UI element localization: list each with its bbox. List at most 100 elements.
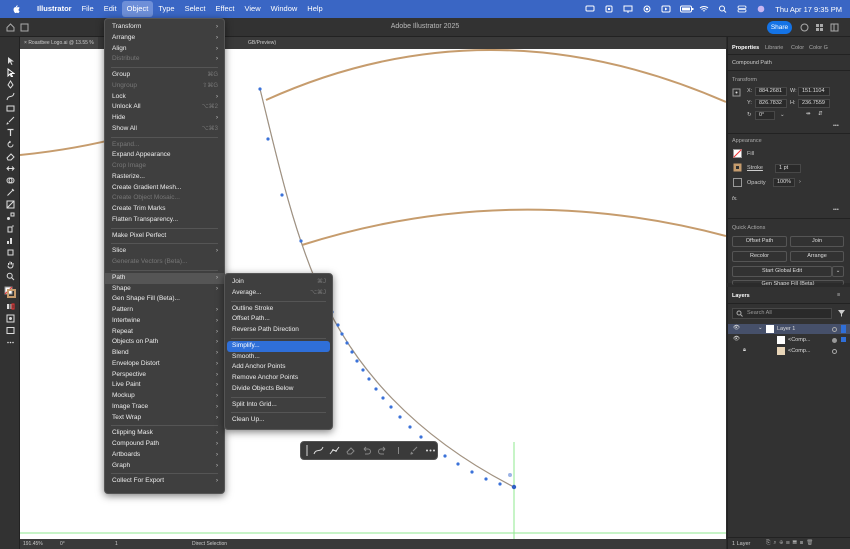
object-menu-item-artboards[interactable]: Artboards ›: [105, 450, 224, 461]
siri-icon[interactable]: [756, 5, 766, 13]
lock-icon[interactable]: [604, 5, 614, 13]
visibility-eye-icon[interactable]: 👁︎: [733, 325, 740, 331]
play-icon[interactable]: [661, 5, 671, 13]
reference-point-icon[interactable]: [732, 88, 741, 99]
object-menu-item-pattern[interactable]: Pattern ›: [105, 305, 224, 316]
display-icon[interactable]: [623, 5, 633, 13]
opacity-field[interactable]: 100%: [773, 178, 795, 187]
selection-tool-icon[interactable]: [4, 56, 16, 65]
share-button[interactable]: Share: [767, 21, 792, 34]
flip-horizontal-icon[interactable]: ⇹: [806, 111, 811, 117]
target-icon[interactable]: [832, 327, 837, 332]
object-menu-item-create-gradient-mesh[interactable]: Create Gradient Mesh...: [105, 183, 224, 194]
path-menu-item-clean-up[interactable]: Clean Up...: [225, 415, 332, 426]
layer-row[interactable]: 👁︎ ⌄ Layer 1: [728, 324, 850, 334]
path-menu-item-average[interactable]: Average... ⌥⌘J: [225, 288, 332, 299]
object-menu-item-collect-for-export[interactable]: Collect For Export ›: [105, 476, 224, 487]
apple-icon[interactable]: [11, 4, 21, 14]
layer-name[interactable]: Layer 1: [777, 326, 795, 332]
zoom-level[interactable]: 191.45%: [23, 541, 43, 547]
document-tab[interactable]: × Roastbee Logo.ai @ 13.55 %: [20, 37, 98, 49]
brush-icon[interactable]: [409, 445, 420, 456]
filter-icon[interactable]: [837, 309, 846, 320]
battery-icon[interactable]: [680, 5, 694, 13]
anchor-point[interactable]: [361, 368, 365, 372]
object-menu-item-graph[interactable]: Graph ›: [105, 461, 224, 472]
fill-stroke-swatch-icon[interactable]: [4, 286, 16, 298]
x-field[interactable]: 884.2681: [755, 87, 787, 96]
pen-tool-icon[interactable]: [4, 80, 16, 89]
artboard-tool-icon[interactable]: [4, 248, 16, 257]
symbol-sprayer-tool-icon[interactable]: [4, 224, 16, 233]
rotate-tool-icon[interactable]: [4, 140, 16, 149]
control-center-icon[interactable]: [737, 5, 747, 13]
menu-window[interactable]: Window: [266, 1, 303, 17]
tab-color[interactable]: Color: [791, 45, 804, 51]
object-menu-item-group[interactable]: Group ⌘G: [105, 70, 224, 81]
color-mode-icon[interactable]: [4, 302, 16, 311]
paintbrush-tool-icon[interactable]: [4, 116, 16, 125]
anchor-point[interactable]: [456, 462, 460, 466]
anchor-point[interactable]: [443, 454, 447, 458]
eyedropper-tool-icon[interactable]: [4, 188, 16, 197]
fx-label[interactable]: fx.: [732, 196, 738, 202]
app-menu[interactable]: Illustrator: [32, 1, 77, 17]
object-menu-item-compound-path[interactable]: Compound Path ›: [105, 439, 224, 450]
panel-menu-icon[interactable]: ≡: [837, 292, 840, 298]
path-menu-item-remove-anchor-points[interactable]: Remove Anchor Points: [225, 373, 332, 384]
more-appearance-icon[interactable]: •••: [833, 207, 839, 213]
anchor-point[interactable]: [381, 396, 385, 400]
stroke-label[interactable]: Stroke: [747, 165, 763, 171]
path-menu-item-split-into-grid[interactable]: Split Into Grid...: [225, 400, 332, 411]
menu-object[interactable]: Object: [121, 1, 154, 17]
anchor-point[interactable]: [498, 482, 502, 486]
drag-handle[interactable]: [306, 445, 308, 456]
arrange-button[interactable]: Arrange: [790, 251, 844, 262]
rotate-dropdown-icon[interactable]: ⌄: [780, 112, 785, 118]
visibility-eye-icon[interactable]: 👁︎: [733, 336, 740, 342]
object-menu-item-gen-shape-fill-beta[interactable]: Gen Shape Fill (Beta)...: [105, 294, 224, 305]
redo-icon[interactable]: [377, 445, 388, 456]
object-menu-item-path[interactable]: Path ›: [105, 272, 224, 284]
offset-path-button[interactable]: Offset Path: [732, 236, 787, 247]
fill-swatch-icon[interactable]: [733, 149, 742, 160]
clock[interactable]: Thu Apr 17 9:35 PM: [775, 5, 842, 14]
object-menu-item-align[interactable]: Align ›: [105, 44, 224, 55]
path-menu-item-reverse-path-direction[interactable]: Reverse Path Direction: [225, 325, 332, 336]
object-menu-item-mockup[interactable]: Mockup ›: [105, 391, 224, 402]
gen-shape-fill-button[interactable]: Gen Shape Fill (Beta): [732, 280, 844, 285]
edit-toolbar-icon[interactable]: [4, 338, 16, 347]
object-menu-item-repeat[interactable]: Repeat ›: [105, 327, 224, 338]
rotate-field[interactable]: 0°: [755, 111, 775, 120]
anchor-point[interactable]: [419, 435, 423, 439]
simplify-path-icon[interactable]: [329, 445, 340, 456]
path-menu-item-add-anchor-points[interactable]: Add Anchor Points: [225, 362, 332, 373]
object-menu-item-live-paint[interactable]: Live Paint ›: [105, 380, 224, 391]
hand-tool-icon[interactable]: [4, 260, 16, 269]
object-menu-item-objects-on-path[interactable]: Objects on Path ›: [105, 337, 224, 348]
anchor-point[interactable]: [336, 323, 340, 327]
smooth-path-icon[interactable]: [313, 445, 324, 456]
expand-chevron-icon[interactable]: ⌄: [758, 325, 763, 331]
rotation-value[interactable]: 0°: [60, 541, 65, 547]
zoom-tool-icon[interactable]: [4, 272, 16, 281]
pin-icon[interactable]: [393, 445, 404, 456]
anchor-point[interactable]: [355, 359, 359, 363]
menu-edit[interactable]: Edit: [99, 1, 122, 17]
layers-title[interactable]: Layers: [732, 293, 750, 299]
layer-row[interactable]: 👁︎ <Comp...: [728, 335, 850, 345]
anchor-point[interactable]: [389, 405, 393, 409]
layer-row[interactable]: 🔒︎ <Comp...: [728, 346, 850, 356]
more-transform-icon[interactable]: •••: [833, 123, 839, 129]
artboard-number[interactable]: 1: [115, 541, 118, 547]
object-menu-item-clipping-mask[interactable]: Clipping Mask ›: [105, 428, 224, 439]
workspace-switcher-icon[interactable]: [830, 23, 839, 32]
undo-icon[interactable]: [361, 445, 372, 456]
menu-file[interactable]: File: [77, 1, 99, 17]
anchor-point[interactable]: [266, 137, 270, 141]
object-menu-item-expand-appearance[interactable]: Expand Appearance: [105, 150, 224, 161]
object-menu-item-lock[interactable]: Lock ›: [105, 92, 224, 103]
anchor-point[interactable]: [374, 387, 378, 391]
anchor-point[interactable]: [484, 477, 488, 481]
join-button[interactable]: Join: [790, 236, 844, 247]
